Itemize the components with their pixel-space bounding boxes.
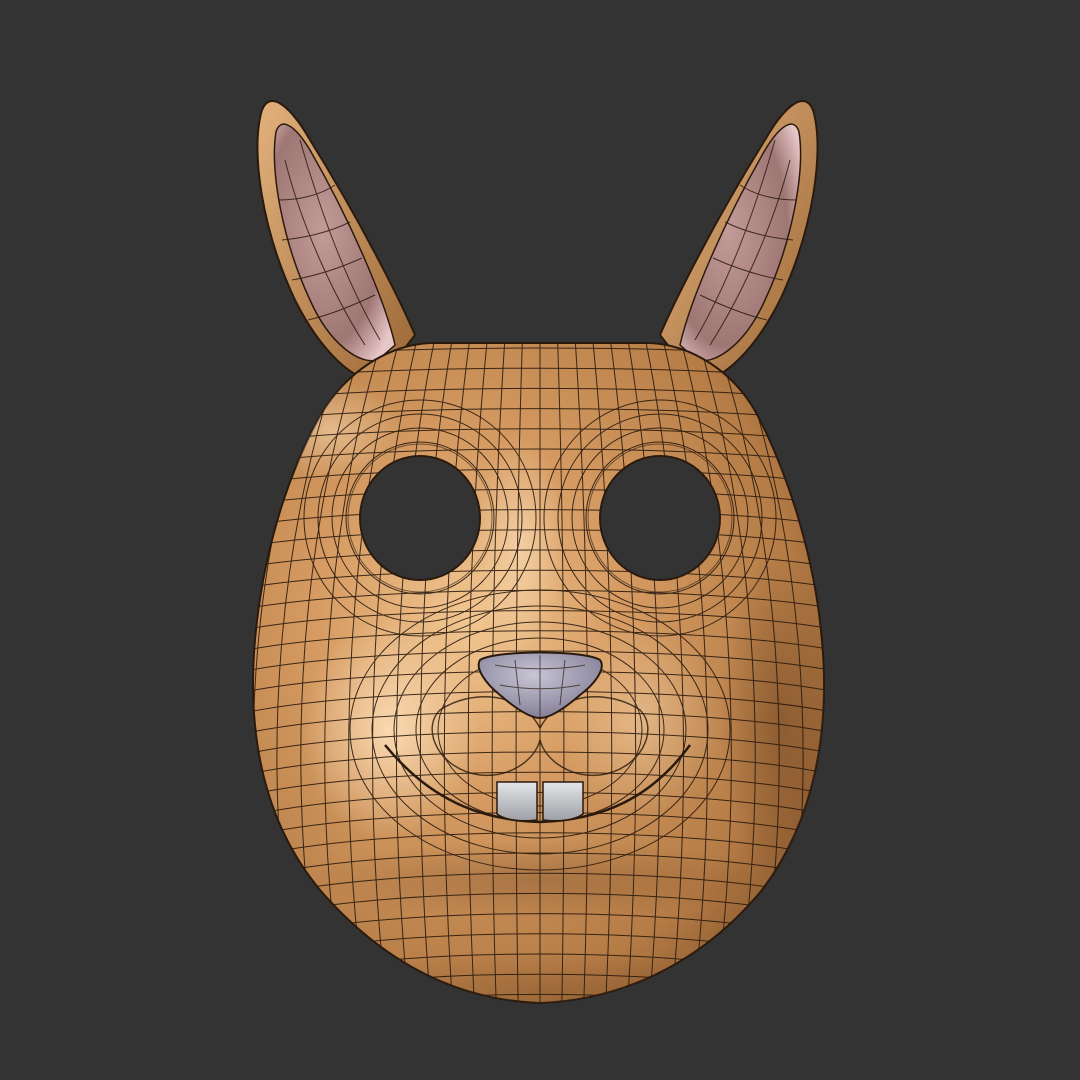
render-viewport	[0, 0, 1080, 1080]
mask-face	[240, 342, 840, 1047]
mesh-edge	[240, 1015, 840, 1047]
right-eye-hole	[599, 455, 721, 581]
right-ear	[658, 100, 819, 382]
rabbit-mask-render	[240, 100, 840, 1047]
left-eye-hole	[359, 455, 481, 581]
left-ear	[256, 100, 417, 382]
